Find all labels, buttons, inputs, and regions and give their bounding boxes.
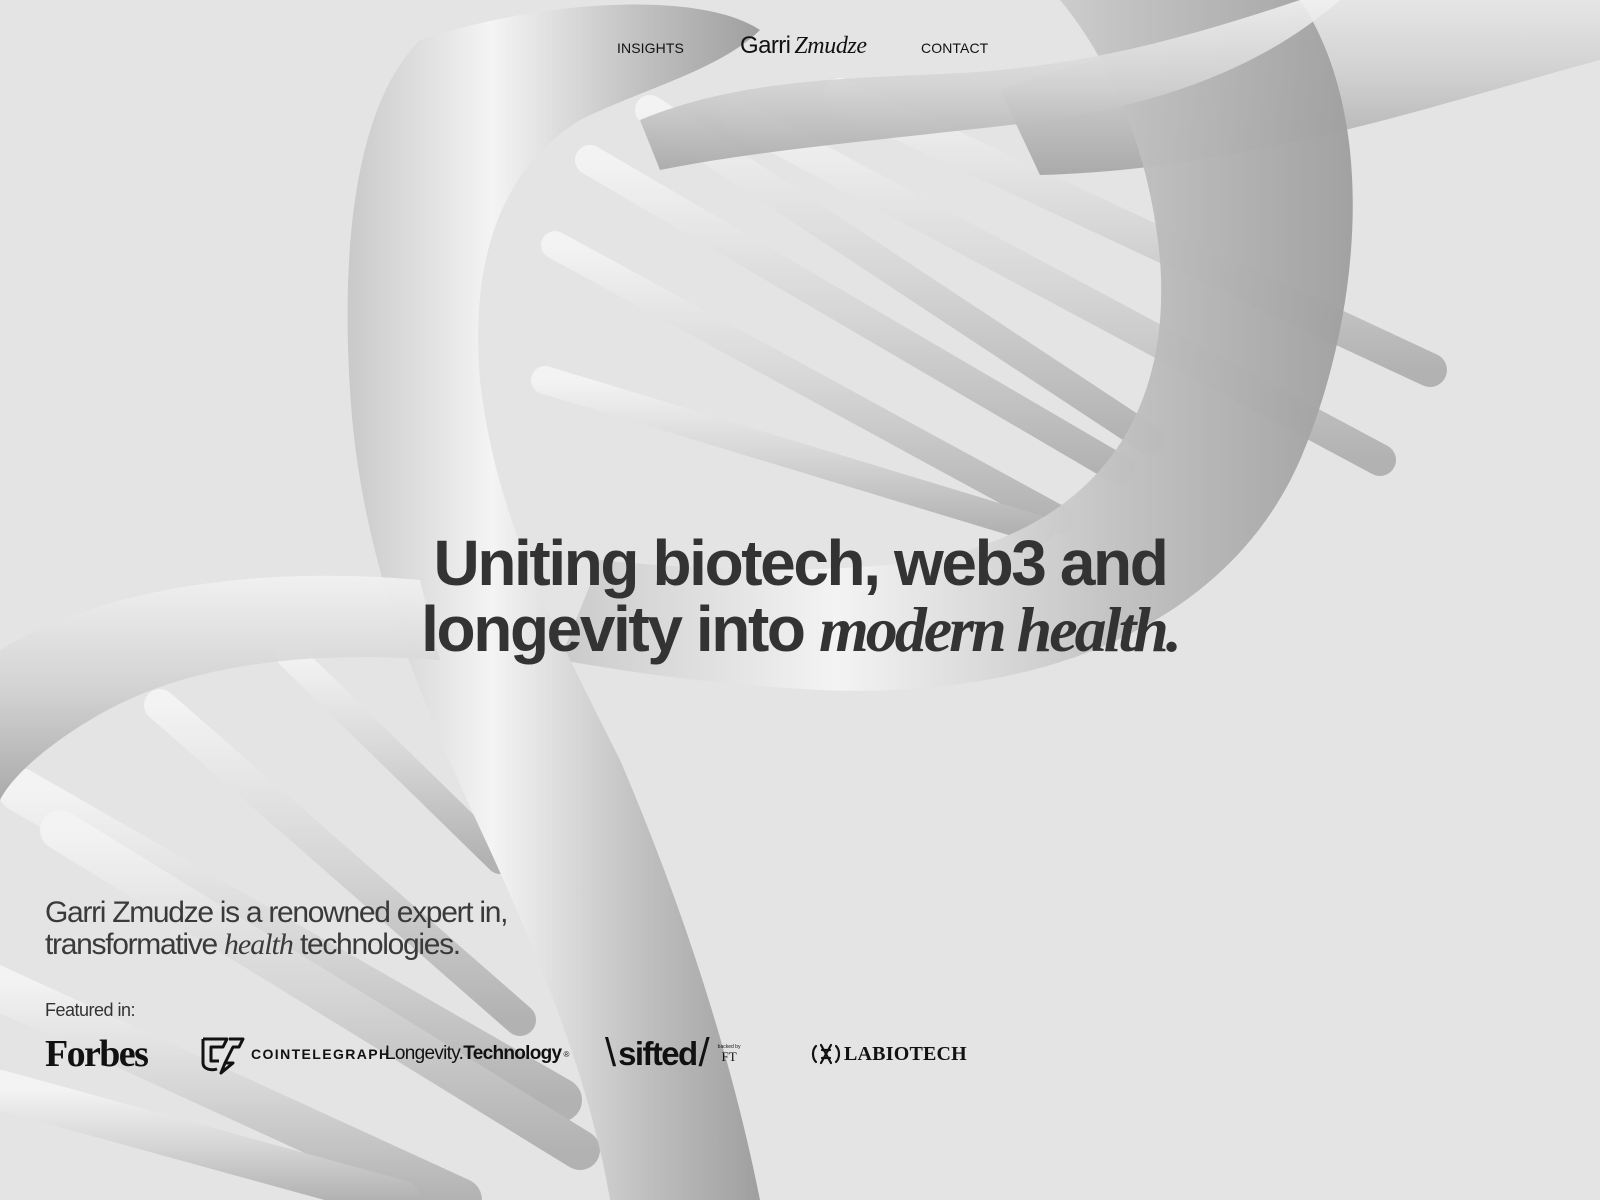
longevity-plain: Longevity.: [385, 1043, 464, 1064]
page: INSIGHTS Garri Zmudze CONTACT Uniting bio…: [0, 0, 1600, 1200]
cointelegraph-logo[interactable]: COINTELEGRAPH: [199, 1030, 391, 1078]
sifted-logo[interactable]: \ sifted / backed by FT: [605, 1030, 740, 1078]
sifted-wordmark: sifted: [618, 1035, 698, 1072]
featured-in-label: Featured in:: [45, 1000, 136, 1020]
sifted-backslash: \: [605, 1030, 617, 1075]
sifted-slash: /: [698, 1030, 710, 1075]
intro-line-2-end: technologies.: [292, 928, 461, 961]
intro-emphasis: health: [223, 928, 294, 961]
longevity-bold: Technology: [463, 1043, 562, 1064]
hero-line-1: Uniting biotech, web3 and: [433, 527, 1169, 599]
hero-line-2: longevity into: [421, 593, 819, 665]
labiotech-logo-icon: [811, 1043, 841, 1065]
brand-first-name: Garri: [740, 32, 791, 59]
forbes-logo[interactable]: Forbes: [45, 1030, 149, 1078]
top-nav: INSIGHTS Garri Zmudze CONTACT: [0, 32, 1600, 74]
intro-text: Garri Zmudze is a renowned expert in, tr…: [45, 897, 605, 961]
brand-logo[interactable]: Garri Zmudze: [740, 32, 867, 60]
sifted-ft-badge: backed by FT: [718, 1045, 741, 1064]
intro-line-2-start: transformative: [45, 928, 224, 961]
featured-logos: Forbes COINTELEGRAPH Longevity. Technolog…: [45, 1030, 1005, 1078]
labiotech-wordmark: LABIOTECH: [844, 1042, 967, 1065]
hero-emphasis: modern health.: [818, 594, 1182, 665]
nav-insights-link[interactable]: INSIGHTS: [617, 40, 684, 56]
intro-line-1: Garri Zmudze is a renowned expert in,: [45, 896, 508, 929]
hero-headline: Uniting biotech, web3 and longevity into…: [400, 530, 1200, 663]
labiotech-logo[interactable]: LABIOTECH: [810, 1030, 967, 1078]
cointelegraph-wordmark: COINTELEGRAPH: [251, 1046, 391, 1062]
sifted-ft: FT: [721, 1049, 737, 1064]
registered-mark: ®: [563, 1049, 569, 1059]
cointelegraph-logo-icon: [201, 1037, 245, 1075]
brand-last-name: Zmudze: [794, 33, 867, 59]
nav-contact-link[interactable]: CONTACT: [921, 40, 988, 56]
longevity-technology-logo[interactable]: Longevity. Technology ®: [385, 1030, 569, 1078]
